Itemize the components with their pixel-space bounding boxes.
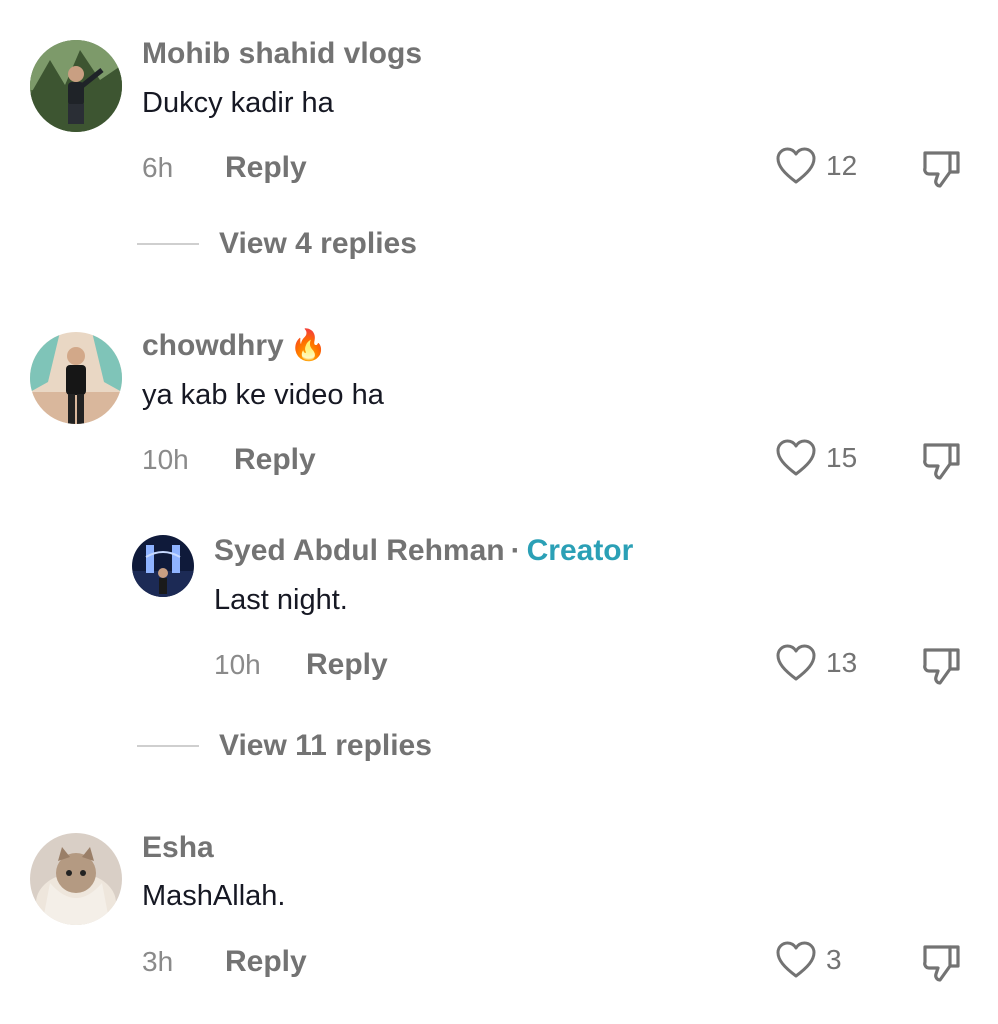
like-count: 13 bbox=[826, 647, 858, 678]
avatar[interactable] bbox=[132, 535, 194, 597]
separator-dot: · bbox=[510, 534, 521, 567]
avatar-photo bbox=[30, 833, 122, 925]
like-count: 3 bbox=[826, 944, 842, 975]
comment-timestamp: 6h bbox=[142, 152, 174, 183]
heart-outline-icon bbox=[776, 147, 816, 184]
like-button[interactable]: 15 bbox=[776, 439, 857, 477]
view-replies-button[interactable]: View 4 replies bbox=[137, 226, 417, 262]
reply-timestamp: 10h bbox=[214, 649, 261, 680]
reply-button[interactable]: Reply bbox=[306, 647, 388, 683]
reply-button[interactable]: Reply bbox=[234, 442, 316, 478]
comment-timestamp: 3h bbox=[142, 946, 174, 977]
thumbs-down-icon bbox=[923, 443, 960, 480]
comment-text: MashAllah. bbox=[142, 880, 286, 912]
thumbs-down-icon bbox=[923, 648, 960, 685]
comment-text: ya kab ke video ha bbox=[142, 379, 384, 411]
comment-username[interactable]: Esha bbox=[142, 830, 214, 866]
creator-badge: Creator bbox=[526, 534, 634, 567]
heart-outline-icon bbox=[776, 644, 816, 681]
comment-username[interactable]: Mohib shahid vlogs bbox=[142, 36, 422, 72]
heart-outline-icon bbox=[776, 941, 816, 978]
avatar-photo bbox=[30, 40, 122, 132]
view-replies-label: View 11 replies bbox=[219, 729, 432, 762]
dislike-button[interactable] bbox=[920, 440, 962, 482]
reply-button[interactable]: Reply bbox=[225, 944, 307, 980]
avatar[interactable] bbox=[30, 332, 122, 424]
view-replies-button[interactable]: View 11 replies bbox=[137, 728, 432, 764]
avatar-photo bbox=[30, 332, 122, 424]
username-text: Syed Abdul Rehman bbox=[214, 534, 505, 567]
comment-text: Dukcy kadir ha bbox=[142, 87, 334, 119]
dislike-button[interactable] bbox=[920, 942, 962, 984]
divider-line bbox=[137, 243, 199, 245]
like-button[interactable]: 3 bbox=[776, 941, 842, 979]
dislike-button[interactable] bbox=[920, 148, 962, 190]
view-replies-label: View 4 replies bbox=[219, 227, 417, 260]
avatar[interactable] bbox=[30, 833, 122, 925]
reply-button[interactable]: Reply bbox=[225, 150, 307, 186]
comment-item: Mohib shahid vlogs Dukcy kadir ha 6h Rep… bbox=[0, 0, 998, 290]
dislike-button[interactable] bbox=[920, 645, 962, 687]
heart-outline-icon bbox=[776, 439, 816, 476]
thumbs-down-icon bbox=[923, 945, 960, 982]
fire-emoji: 🔥 bbox=[289, 329, 328, 362]
reply-item: Syed Abdul Rehman · Creator Last night. 10… bbox=[0, 530, 998, 710]
reply-text: Last night. bbox=[214, 584, 348, 616]
comment-item: chowdhry 🔥 ya kab ke video ha 10h Reply 1… bbox=[0, 290, 998, 790]
like-count: 12 bbox=[826, 150, 858, 181]
avatar[interactable] bbox=[30, 40, 122, 132]
comment-username[interactable]: chowdhry 🔥 bbox=[142, 328, 327, 364]
divider-line bbox=[137, 745, 199, 747]
comment-item: Esha MashAllah. 3h Reply 3 bbox=[0, 790, 998, 1024]
comment-timestamp: 10h bbox=[142, 444, 189, 475]
thumbs-down-icon bbox=[923, 151, 960, 188]
like-button[interactable]: 13 bbox=[776, 644, 857, 682]
like-count: 15 bbox=[826, 442, 858, 473]
username-text: chowdhry bbox=[142, 329, 284, 362]
reply-username[interactable]: Syed Abdul Rehman · Creator bbox=[214, 533, 633, 569]
like-button[interactable]: 12 bbox=[776, 147, 857, 185]
avatar-photo bbox=[132, 535, 194, 597]
